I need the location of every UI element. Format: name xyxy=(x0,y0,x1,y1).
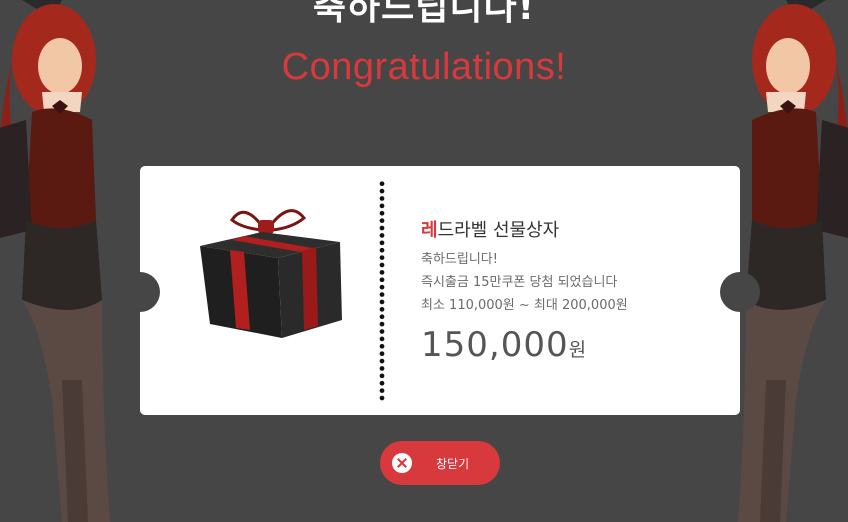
prize-title-accent: 레 xyxy=(421,220,438,241)
heading-korean: 축하드립니다! xyxy=(312,0,536,28)
prize-range-text: 최소 110,000원 ~ 최대 200,000원 xyxy=(421,298,628,313)
heading-congratulations: Congratulations! xyxy=(281,46,567,88)
close-icon xyxy=(392,453,412,473)
prize-amount-value: 150,000 xyxy=(421,325,569,365)
prize-coupon-text: 즉시출금 15만쿠폰 당첨 되었습니다 xyxy=(421,275,618,290)
ticket-notch-left xyxy=(120,272,160,312)
prize-amount: 150,000원 xyxy=(421,325,628,365)
prize-info: 레드라벨 선물상자 축하드립니다! 즉시출금 15만쿠폰 당첨 되었습니다 최소… xyxy=(421,216,628,365)
character-illustration-right xyxy=(738,0,848,522)
close-window-button[interactable]: 창닫기 xyxy=(380,441,500,485)
prize-title-rest: 드라벨 선물상자 xyxy=(437,220,560,241)
prize-amount-unit: 원 xyxy=(568,339,587,361)
prize-ticket-card: 레드라벨 선물상자 축하드립니다! 즉시출금 15만쿠폰 당첨 되었습니다 최소… xyxy=(120,166,760,415)
ticket-perforation-divider xyxy=(379,180,385,402)
ticket-notch-right xyxy=(720,272,760,312)
close-button-label: 창닫기 xyxy=(436,457,470,471)
prize-title: 레드라벨 선물상자 xyxy=(421,216,628,242)
gift-box-image xyxy=(200,209,342,338)
character-illustration-left xyxy=(0,0,110,522)
prize-congrats-text: 축하드립니다! xyxy=(421,252,498,267)
